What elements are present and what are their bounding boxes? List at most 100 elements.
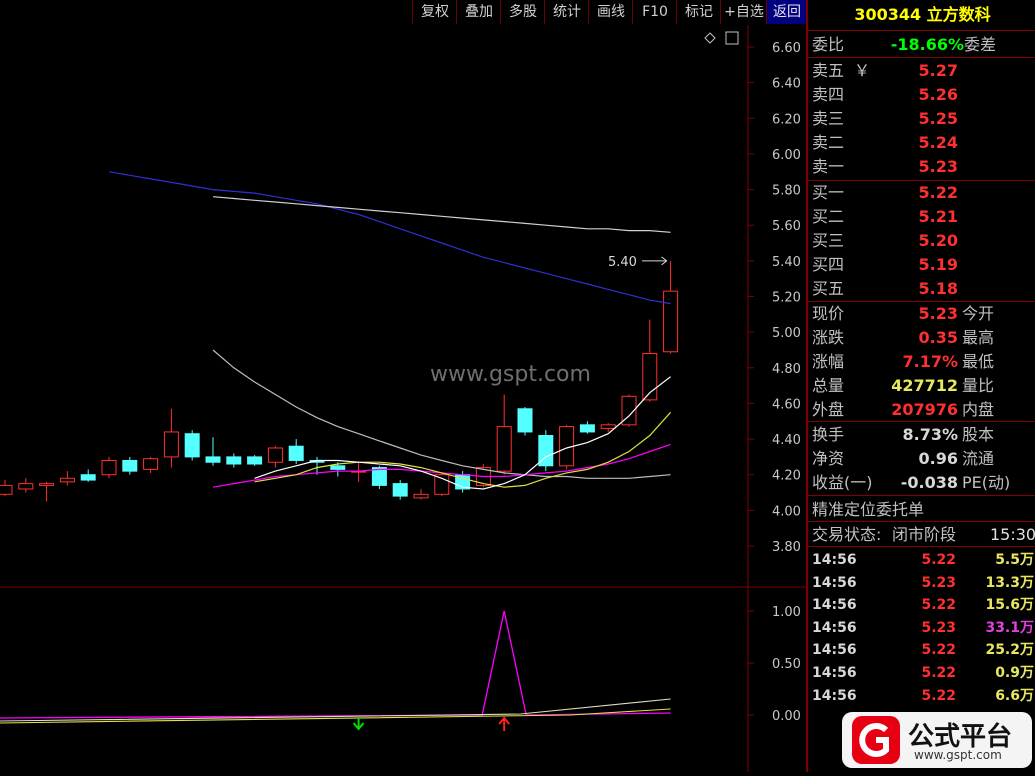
toolbar-button-6[interactable]: 标记 — [676, 0, 721, 24]
tick-volume: 33.1万 — [985, 619, 1034, 636]
indicator-axis-label: 0.50 — [772, 657, 801, 672]
quote2-row: 收益(一) -0.038 PE(动) — [812, 471, 1035, 494]
candle-body — [267, 447, 283, 463]
candle-body — [205, 456, 221, 463]
quote-row: 总量 427712 量比 — [812, 374, 1035, 397]
ask-row: 卖一 5.23 — [812, 155, 1035, 178]
tick-volume: 6.6万 — [995, 687, 1034, 704]
bid-price: 5.22 — [918, 183, 958, 202]
ask-label: 卖一 — [812, 157, 845, 176]
quote-label: 涨幅 — [812, 352, 845, 371]
ask-price: 5.25 — [918, 109, 958, 128]
tick-time: 14:56 — [812, 619, 857, 636]
quote-value: 207976 — [891, 400, 958, 419]
tick-row: 14:56 5.22 0.9万 — [812, 662, 1035, 684]
quote-label: 总量 — [812, 376, 845, 395]
high-price-arrow — [642, 256, 668, 266]
diamond-icon — [704, 32, 716, 44]
quote-label: 现价 — [812, 304, 845, 323]
toolbar-button-0[interactable]: 复权 — [412, 0, 457, 24]
quote-side-panel: 300344 立方数科 委比 -18.66% 委差 卖五 ￥ 5.27 卖四 5.26 卖三 5.… — [806, 0, 1035, 772]
candle-body — [226, 456, 242, 465]
high-price-label: 5.40 — [608, 255, 637, 270]
quote2-label: 净资 — [812, 449, 845, 468]
quote-label2: 今开 — [962, 304, 995, 323]
ask-label: 卖五 — [812, 61, 845, 80]
price-axis-label: 4.60 — [772, 397, 801, 412]
candle-body — [59, 477, 75, 483]
divider-line — [808, 521, 1035, 522]
toolbar-button-7[interactable]: +自选 — [720, 0, 767, 24]
candle-body — [600, 424, 616, 429]
bid-label: 买四 — [812, 255, 845, 274]
order-title[interactable]: 精准定位委托单 — [812, 498, 1035, 521]
bid-row: 买一 5.22 — [812, 181, 1035, 204]
quote-value: 7.17% — [902, 352, 958, 371]
weibi-label: 委比 — [812, 35, 845, 54]
window-icon — [725, 31, 739, 45]
tick-price: 5.22 — [921, 665, 956, 681]
toolbar-button-1[interactable]: 叠加 — [456, 0, 501, 24]
candle-body — [0, 484, 13, 495]
toolbar-button-2[interactable]: 多股 — [500, 0, 545, 24]
ask-label: 卖四 — [812, 85, 845, 104]
tick-row: 14:56 5.23 13.3万 — [812, 572, 1035, 594]
buy-signal-arrow — [498, 716, 510, 731]
tick-volume: 25.2万 — [985, 642, 1034, 659]
candle-body — [392, 483, 408, 497]
price-axis-label: 6.00 — [772, 148, 801, 163]
kline-chart-svg[interactable]: 6.60 6.40 6.20 6.00 5.80 5.60 5.40 5.20 5.00 4.80… — [0, 25, 806, 772]
quote-label2: 最低 — [962, 352, 995, 371]
bid-row: 买二 5.21 — [812, 205, 1035, 228]
quote-label2: 内盘 — [962, 400, 995, 419]
ask-row: 卖三 5.25 — [812, 107, 1035, 130]
tick-volume: 13.3万 — [985, 574, 1034, 591]
price-axis-label: 4.00 — [772, 504, 801, 519]
quote-label: 涨跌 — [812, 328, 845, 347]
tick-price: 5.23 — [921, 619, 956, 636]
bid-label: 买一 — [812, 183, 845, 202]
status-time: 15:30: — [990, 525, 1035, 544]
bid-price: 5.20 — [918, 231, 958, 250]
quote-value: 427712 — [891, 376, 958, 395]
toolbar-button-4[interactable]: 画线 — [588, 0, 633, 24]
quote-label2: 量比 — [962, 376, 995, 395]
quote2-row: 换手 8.73% 股本 — [812, 423, 1035, 446]
toolbar-button-5[interactable]: F10 — [632, 0, 677, 24]
ask-price: 5.27 — [918, 61, 958, 80]
candle-body — [39, 483, 55, 486]
quote2-label: 换手 — [812, 425, 845, 444]
candle-body — [247, 456, 263, 465]
candle-body — [143, 458, 159, 470]
bid-label: 买五 — [812, 279, 845, 298]
ask-label: 卖二 — [812, 133, 845, 152]
toolbar-button-8[interactable]: 返回 — [766, 0, 807, 24]
quote2-label2: PE(动) — [962, 473, 1011, 492]
price-axis-label: 4.80 — [772, 362, 801, 377]
bid-label: 买二 — [812, 207, 845, 226]
price-axis-label: 5.00 — [772, 326, 801, 341]
divider-line — [808, 546, 1035, 547]
moving-average-line — [108, 171, 671, 305]
divider-line — [808, 57, 1035, 58]
tick-volume: 0.9万 — [995, 665, 1034, 681]
tick-row: 14:56 5.22 5.5万 — [812, 549, 1035, 571]
ask-currency-mark: ￥ — [854, 61, 871, 80]
candle-body — [122, 459, 138, 472]
ask-price: 5.26 — [918, 85, 958, 104]
candle-body — [288, 445, 304, 461]
status-label: 交易状态: — [812, 525, 882, 544]
quote2-label: 收益(一) — [812, 473, 873, 492]
gspt-logo-url: www.gspt.com — [914, 748, 1002, 762]
tick-time: 14:56 — [812, 665, 857, 681]
kline-chart-area[interactable]: 6.60 6.40 6.20 6.00 5.80 5.60 5.40 5.20 5.00 4.80… — [0, 25, 806, 772]
toolbar-button-3[interactable]: 统计 — [544, 0, 589, 24]
divider-line — [808, 30, 1035, 31]
bid-price: 5.19 — [918, 255, 958, 274]
price-axis-label: 6.40 — [772, 77, 801, 92]
price-axis-label: 6.20 — [772, 112, 801, 127]
price-axis-label: 4.40 — [772, 433, 801, 448]
price-axis-label: 5.60 — [772, 219, 801, 234]
status-row: 交易状态: 闭市阶段 15:30: — [812, 523, 1035, 546]
candle-body — [18, 483, 34, 490]
